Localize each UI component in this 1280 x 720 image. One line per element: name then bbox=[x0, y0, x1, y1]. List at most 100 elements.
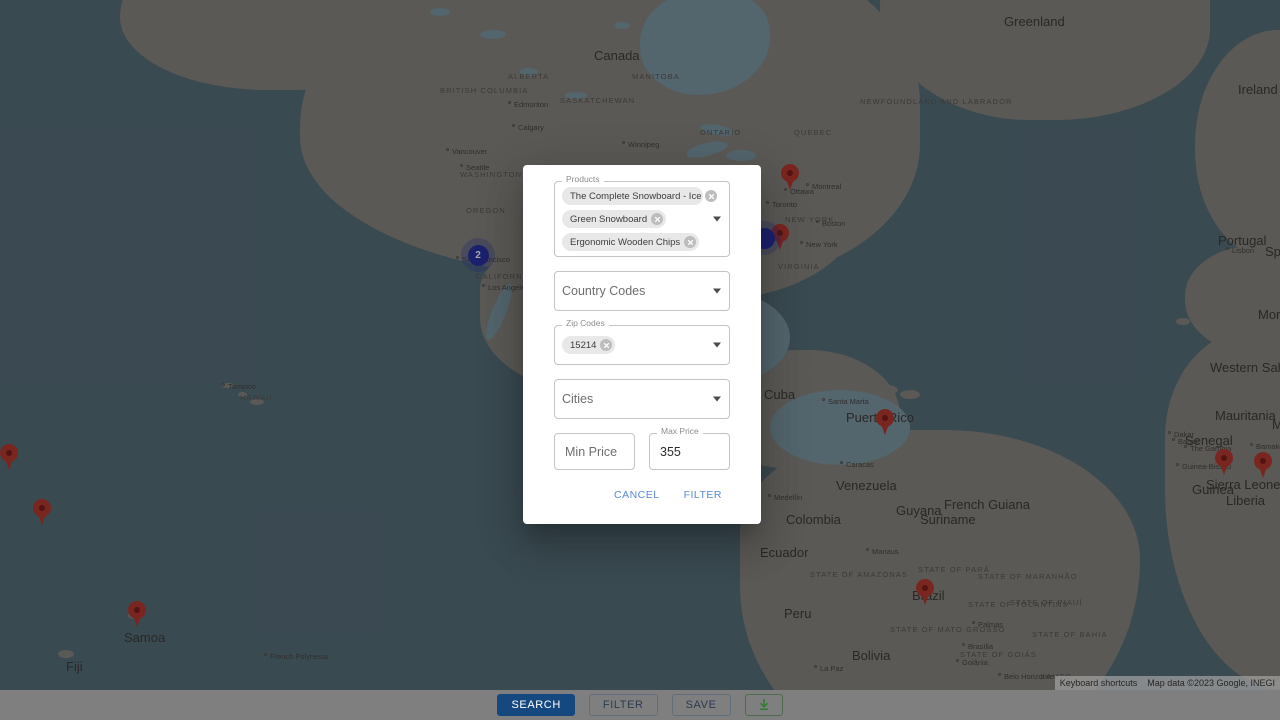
map-cluster-count: 2 bbox=[467, 244, 489, 266]
landmass-puerto-rico bbox=[900, 390, 920, 399]
min-price-input[interactable]: Min Price bbox=[554, 433, 635, 470]
product-chip-label: Green Snowboard bbox=[570, 213, 648, 225]
close-icon[interactable] bbox=[705, 190, 718, 202]
download-icon bbox=[759, 698, 768, 711]
chevron-down-icon[interactable] bbox=[713, 216, 721, 222]
map-label-city: French Polynesia bbox=[270, 652, 328, 661]
country-codes-field[interactable]: Country Codes bbox=[554, 271, 730, 311]
bottom-toolbar: SEARCH FILTER SAVE bbox=[0, 690, 1280, 720]
chevron-down-icon[interactable] bbox=[713, 288, 721, 294]
filter-dialog: Products The Complete Snowboard - Ice Gre… bbox=[523, 165, 761, 524]
landmass-canary-islands bbox=[1176, 318, 1190, 325]
product-chip[interactable]: Ergonomic Wooden Chips bbox=[562, 233, 700, 251]
map-pin-marker[interactable] bbox=[876, 409, 894, 435]
close-icon[interactable] bbox=[684, 236, 697, 248]
map-city-dot bbox=[800, 241, 803, 244]
close-icon[interactable] bbox=[651, 213, 664, 225]
water-lake bbox=[520, 68, 538, 76]
map-data-copyright: Map data ©2023 Google, INEGI bbox=[1147, 678, 1275, 688]
water-lake bbox=[614, 22, 630, 29]
map-city-dot bbox=[512, 124, 515, 127]
map-city-dot bbox=[866, 548, 869, 551]
map-city-dot bbox=[1250, 443, 1253, 446]
landmass-ireland bbox=[1236, 78, 1270, 104]
map-city-dot bbox=[622, 141, 625, 144]
map-city-dot bbox=[806, 183, 809, 186]
cities-field[interactable]: Cities bbox=[554, 379, 730, 419]
map-city-dot bbox=[456, 256, 459, 259]
map-pin-marker[interactable] bbox=[128, 601, 146, 627]
zip-codes-select[interactable]: 15214 bbox=[554, 325, 730, 365]
zip-codes-chip-list: 15214 bbox=[562, 336, 703, 354]
map-city-dot bbox=[972, 621, 975, 624]
map-city-dot bbox=[840, 461, 843, 464]
cancel-button[interactable]: CANCEL bbox=[609, 486, 665, 504]
map-pin-marker[interactable] bbox=[0, 444, 18, 470]
map-city-dot bbox=[1172, 438, 1175, 441]
map-cluster-marker[interactable]: 2 bbox=[461, 238, 495, 272]
dialog-actions: CANCEL FILTER bbox=[554, 486, 730, 504]
country-codes-placeholder: Country Codes bbox=[562, 284, 646, 298]
zip-codes-field[interactable]: Zip Codes 15214 bbox=[554, 319, 730, 365]
map-city-dot bbox=[1176, 463, 1179, 466]
chevron-down-icon[interactable] bbox=[713, 342, 721, 348]
cities-select[interactable]: Cities bbox=[554, 379, 730, 419]
max-price-value: 355 bbox=[660, 444, 681, 459]
save-button[interactable]: SAVE bbox=[671, 694, 731, 716]
filter-button[interactable]: FILTER bbox=[679, 486, 727, 504]
pin-dot bbox=[787, 170, 793, 176]
products-field[interactable]: Products The Complete Snowboard - Ice Gre… bbox=[554, 175, 730, 257]
pin-dot bbox=[6, 450, 12, 456]
close-icon[interactable] bbox=[600, 339, 613, 351]
keyboard-shortcuts-link[interactable]: Keyboard shortcuts bbox=[1055, 678, 1143, 688]
product-chip[interactable]: Green Snowboard bbox=[562, 210, 667, 228]
map-city-dot bbox=[768, 494, 771, 497]
landmass-greenland bbox=[880, 0, 1210, 120]
pin-dot bbox=[882, 415, 888, 421]
zip-code-chip[interactable]: 15214 bbox=[562, 336, 616, 354]
map-city-dot bbox=[962, 643, 965, 646]
water-lake bbox=[565, 92, 587, 99]
map-pin-marker[interactable] bbox=[781, 164, 799, 190]
map-pin-marker[interactable] bbox=[1254, 452, 1272, 478]
map-label-country: Samoa bbox=[124, 630, 166, 645]
map-city-dot bbox=[956, 659, 959, 662]
min-price-placeholder: Min Price bbox=[565, 444, 618, 459]
product-chip-label: Ergonomic Wooden Chips bbox=[570, 236, 681, 248]
landmass-south-america bbox=[740, 430, 1140, 690]
cities-placeholder: Cities bbox=[562, 392, 594, 406]
map-city-dot bbox=[446, 148, 449, 151]
max-price-input[interactable]: 355 bbox=[649, 433, 730, 470]
map-city-dot bbox=[1168, 431, 1171, 434]
map-city-dot bbox=[460, 164, 463, 167]
map-pin-marker[interactable] bbox=[1215, 449, 1233, 475]
pin-dot bbox=[1221, 455, 1227, 461]
app-root: CanadaGreenlandMexicoBrazilVenezuelaColo… bbox=[0, 0, 1280, 720]
landmass-europe bbox=[1195, 30, 1280, 260]
products-select[interactable]: The Complete Snowboard - Ice Green Snowbo… bbox=[554, 181, 730, 257]
map-pin-marker[interactable] bbox=[916, 579, 934, 605]
map-city-dot bbox=[482, 284, 485, 287]
products-label: Products bbox=[562, 175, 604, 184]
landmass-hawaii bbox=[238, 392, 247, 397]
map-label-country: Fiji bbox=[66, 659, 83, 674]
map-city-dot bbox=[1184, 445, 1187, 448]
search-button[interactable]: SEARCH bbox=[497, 694, 575, 716]
product-chip[interactable]: The Complete Snowboard - Ice bbox=[562, 187, 718, 205]
map-pin-marker[interactable] bbox=[33, 499, 51, 525]
water-great-lakes bbox=[726, 150, 756, 161]
landmass-hawaii bbox=[250, 399, 264, 405]
product-chip-label: The Complete Snowboard - Ice bbox=[570, 190, 702, 202]
landmass-newfoundland bbox=[845, 78, 915, 126]
water-lake bbox=[480, 30, 506, 39]
min-price-field[interactable]: Min Price bbox=[554, 433, 635, 470]
price-range-row: Min Price Max Price 355 bbox=[554, 427, 730, 470]
map-city-dot bbox=[814, 665, 817, 668]
chevron-down-icon[interactable] bbox=[713, 396, 721, 402]
max-price-field[interactable]: Max Price 355 bbox=[649, 427, 730, 470]
country-codes-select[interactable]: Country Codes bbox=[554, 271, 730, 311]
filter-button-toolbar[interactable]: FILTER bbox=[588, 694, 658, 716]
download-button[interactable] bbox=[744, 694, 783, 716]
water-lake bbox=[655, 55, 669, 61]
map-attribution: Keyboard shortcuts Map data ©2023 Google… bbox=[1054, 676, 1280, 690]
